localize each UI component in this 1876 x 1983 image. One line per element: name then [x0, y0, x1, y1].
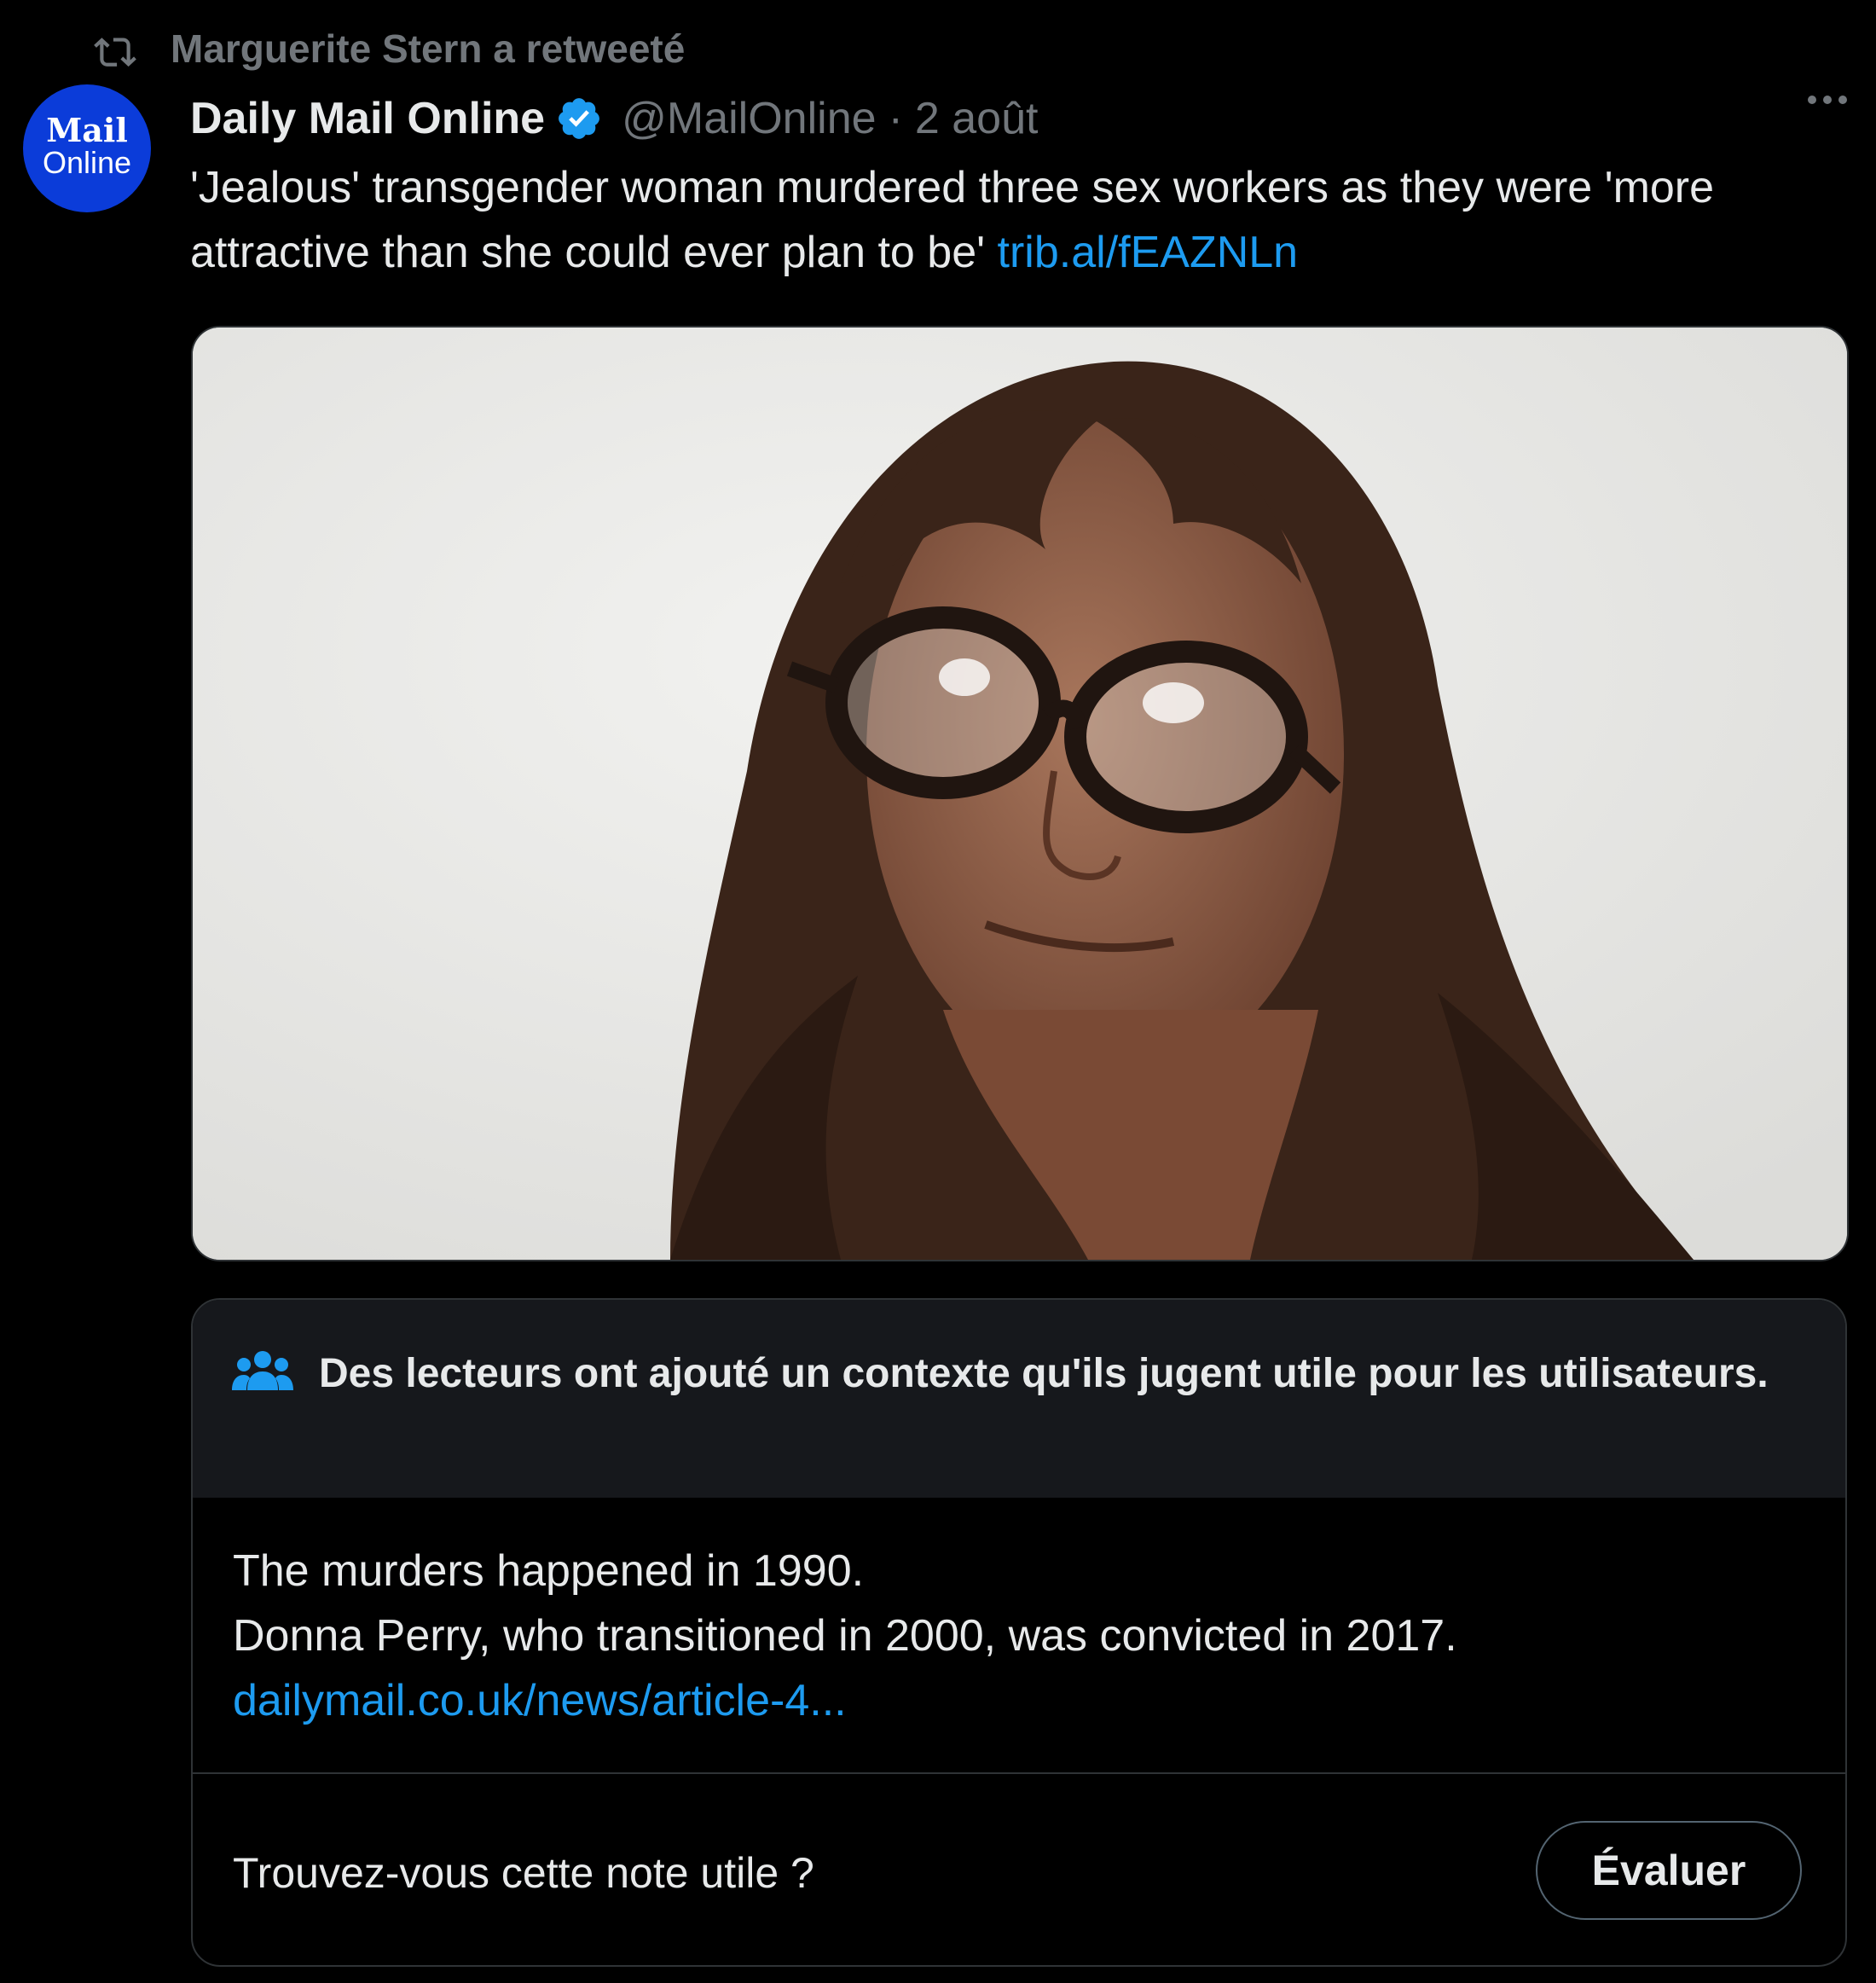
tweet-text: 'Jealous' transgender woman murdered thr… [190, 155, 1810, 285]
tweet-link[interactable]: trib.al/fEAZNLn [998, 228, 1299, 277]
note-helpful-question: Trouvez-vous cette note utile ? [233, 1849, 814, 1897]
community-note: Des lecteurs ont ajouté un contexte qu'i… [191, 1298, 1847, 1967]
note-title: Des lecteurs ont ajouté un contexte qu'i… [319, 1351, 1769, 1396]
note-header: Des lecteurs ont ajouté un contexte qu'i… [193, 1300, 1845, 1498]
note-body: The murders happened in 1990. Donna Perr… [233, 1539, 1810, 1733]
tweet-body: 'Jealous' transgender woman murdered thr… [190, 163, 1715, 277]
tweet-date[interactable]: 2 août [915, 93, 1039, 144]
note-line-1: The murders happened in 1990. [233, 1546, 865, 1596]
tweet-header: Daily Mail Online @MailOnline · 2 août [190, 89, 1038, 148]
tweet-photo[interactable] [191, 326, 1849, 1261]
note-source-link[interactable]: dailymail.co.uk/news/article-4... [233, 1668, 1810, 1733]
retweeted-by-label[interactable]: Marguerite Stern a retweeté [171, 26, 685, 72]
author-handle[interactable]: @MailOnline [622, 93, 876, 144]
more-options-icon[interactable] [1808, 96, 1847, 104]
retweet-context: Marguerite Stern a retweeté [94, 19, 685, 78]
people-icon [232, 1351, 293, 1390]
note-divider [193, 1772, 1845, 1774]
avatar[interactable]: Mail Online [23, 84, 151, 212]
verified-badge-icon[interactable] [555, 95, 603, 142]
photo-image [193, 328, 1847, 1260]
avatar-logo-bottom: Online [42, 145, 132, 180]
retweet-icon [94, 38, 136, 67]
avatar-logo-top: Mail [46, 111, 128, 149]
note-line-2: Donna Perry, who transitioned in 2000, w… [233, 1611, 1457, 1661]
rate-button[interactable]: Évaluer [1536, 1821, 1802, 1920]
author-display-name[interactable]: Daily Mail Online [190, 93, 545, 144]
separator-dot: · [888, 94, 903, 143]
